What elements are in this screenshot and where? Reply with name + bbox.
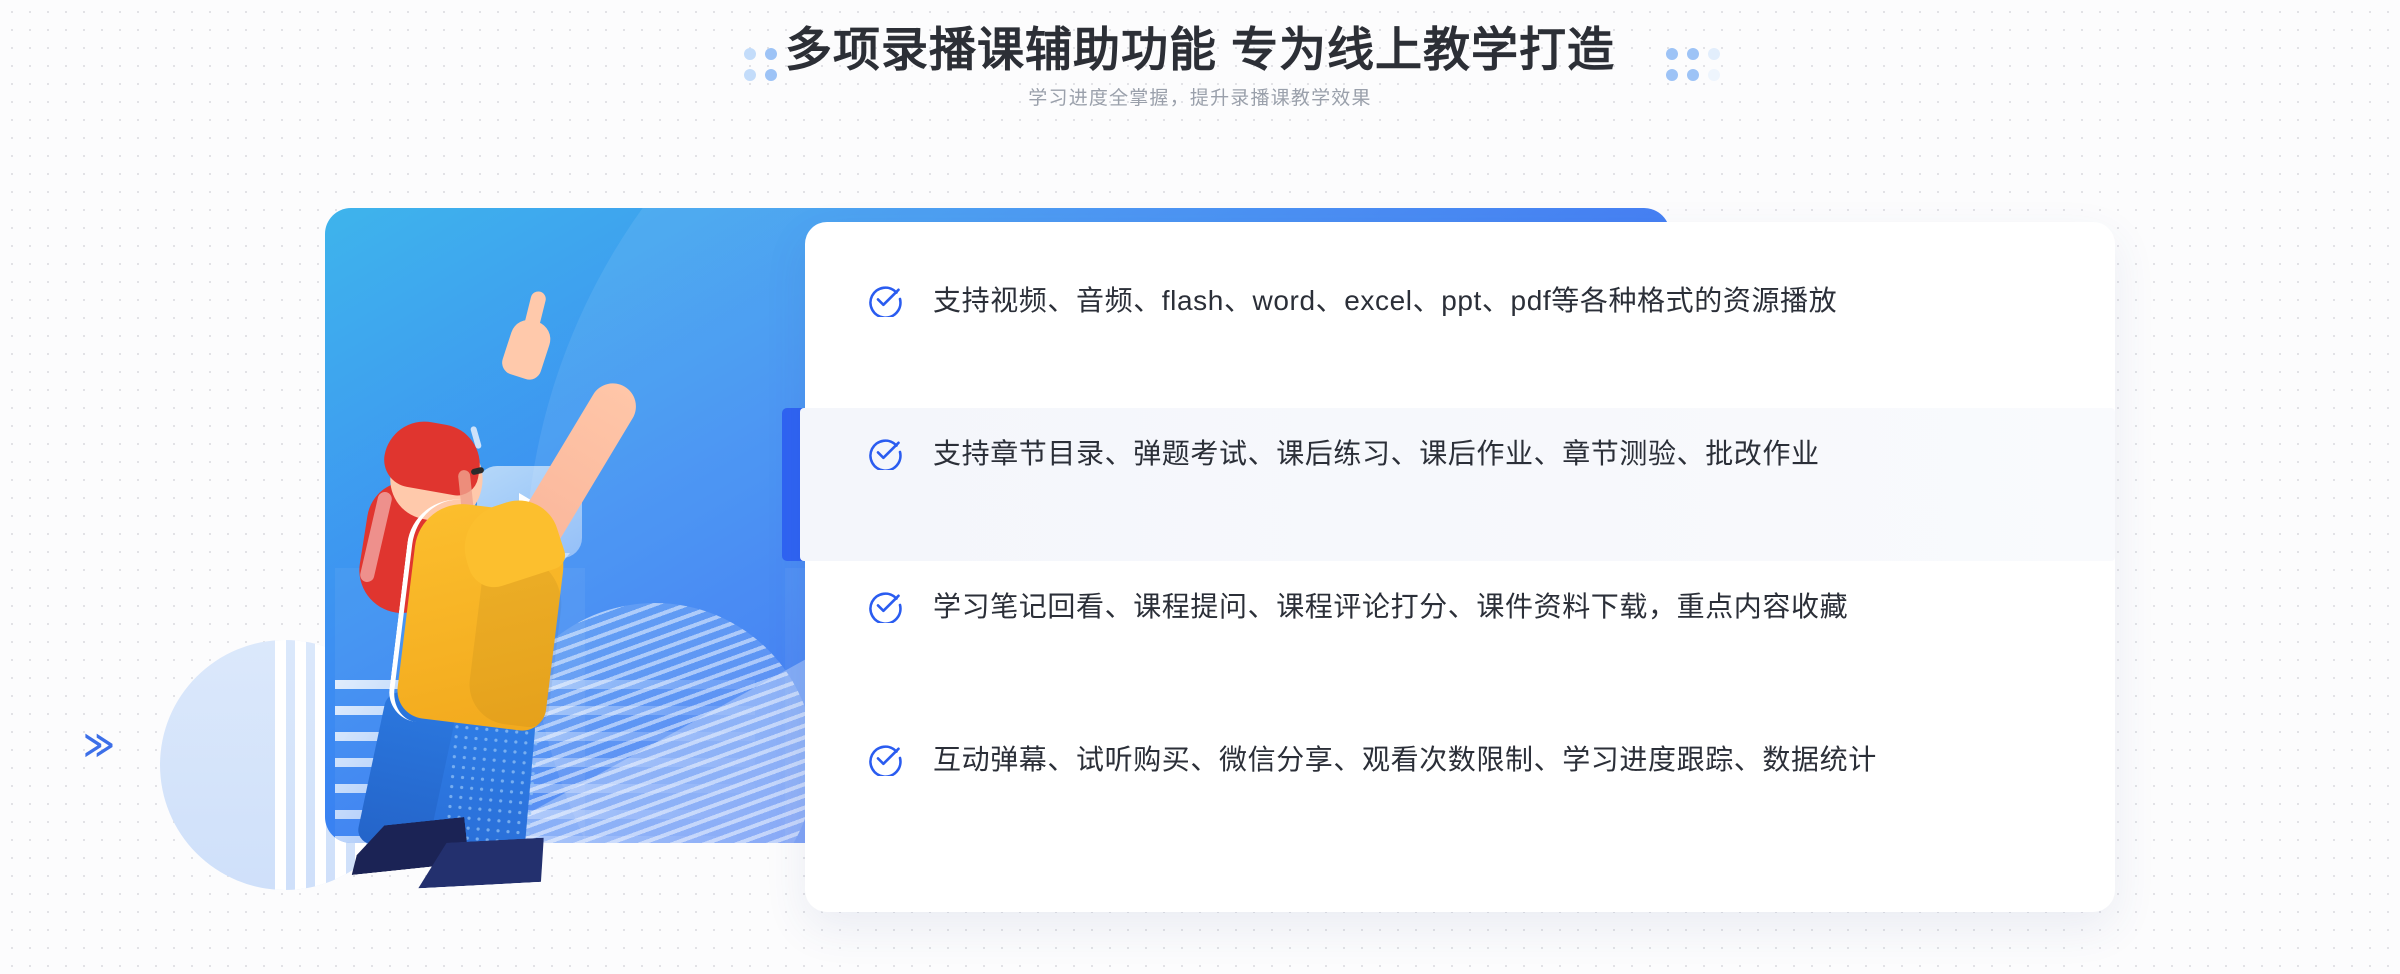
list-item[interactable]: 支持章节目录、弹题考试、课后练习、课后作业、章节测验、批改作业 [805,375,2115,528]
person-pointing-up-illustration [355,255,695,815]
chevron-right-double-icon: ≫ [83,722,115,768]
feature-text: 支持视频、音频、flash、word、excel、ppt、pdf等各种格式的资源… [933,284,1838,316]
check-circle-icon [867,281,903,319]
page-subtitle: 学习进度全掌握，提升录播课教学效果 [1028,88,1372,109]
feature-text: 学习笔记回看、课程提问、课程评论打分、课件资料下载，重点内容收藏 [933,590,1849,622]
list-item[interactable]: 互动弹幕、试听购买、微信分享、观看次数限制、学习进度跟踪、数据统计 [805,681,2115,834]
header: 多项录播课辅助功能 专为线上教学打造 学习进度全掌握，提升录播课教学效果 [0,18,2400,116]
feature-text: 互动弹幕、试听购买、微信分享、观看次数限制、学习进度跟踪、数据统计 [933,743,1877,775]
page-title: 多项录播课辅助功能 专为线上教学打造 [784,23,1616,76]
decorative-dot-grid-right [1666,48,1720,81]
feature-text: 支持章节目录、弹题考试、课后练习、课后作业、章节测验、批改作业 [933,437,1820,469]
page-root: ≫ 多项录播课辅助功能 专为线上教学打造 学习进度全掌握，提升录播课教学效果 ≪ [0,0,2400,974]
feature-list: 支持视频、音频、flash、word、excel、ppt、pdf等各种格式的资源… [805,222,2115,912]
list-item[interactable]: 学习笔记回看、课程提问、课程评论打分、课件资料下载，重点内容收藏 [805,528,2115,681]
check-circle-icon [867,740,903,778]
list-item[interactable]: 支持视频、音频、flash、word、excel、ppt、pdf等各种格式的资源… [805,222,2115,375]
check-circle-icon [867,587,903,625]
check-circle-icon [867,434,903,472]
decorative-dot-grid-left [744,48,777,81]
person-torso-outline [385,493,576,739]
